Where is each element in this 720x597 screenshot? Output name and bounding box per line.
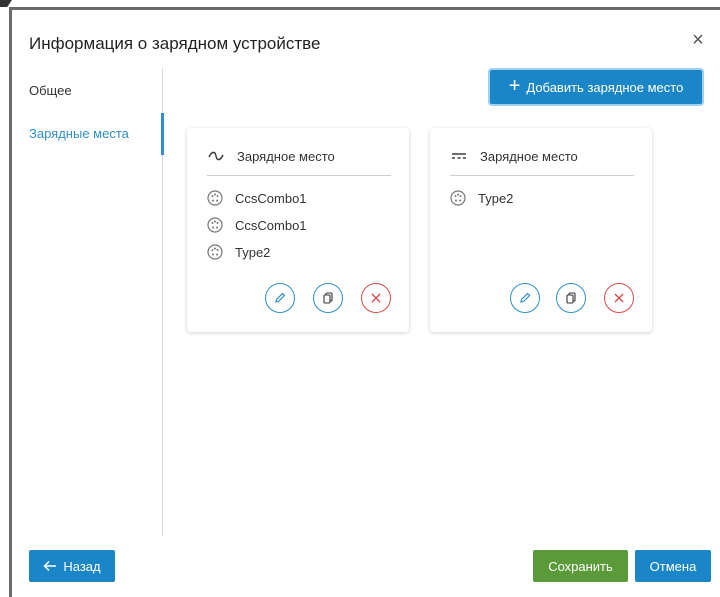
delete-button[interactable] xyxy=(604,283,634,313)
nav-item-general[interactable]: Общее xyxy=(29,83,72,98)
arrow-left-icon xyxy=(43,560,57,572)
back-button[interactable]: Назад xyxy=(29,550,115,582)
cancel-button[interactable]: Отмена xyxy=(635,550,711,582)
charging-point-card: Зарядное место Type2 xyxy=(430,128,652,332)
edit-button[interactable] xyxy=(265,283,295,313)
copy-icon xyxy=(323,292,333,304)
close-icon xyxy=(614,293,624,303)
edit-button[interactable] xyxy=(510,283,540,313)
charging-point-card: Зарядное место CcsCombo1 CcsCombo1 Type2 xyxy=(187,128,409,332)
connector-item: Type2 xyxy=(207,244,270,260)
connector-plug-icon xyxy=(207,217,223,233)
copy-button[interactable] xyxy=(313,283,343,313)
pencil-icon xyxy=(520,292,531,303)
connector-item: Type2 xyxy=(450,190,513,206)
close-icon xyxy=(371,293,381,303)
close-icon[interactable]: × xyxy=(688,30,708,50)
nav-item-charging-points[interactable]: Зарядные места xyxy=(29,126,129,141)
save-button[interactable]: Сохранить xyxy=(533,550,628,582)
connector-item: CcsCombo1 xyxy=(207,190,307,206)
connector-plug-icon xyxy=(450,190,466,206)
connector-item: CcsCombo1 xyxy=(207,217,307,233)
connector-label: CcsCombo1 xyxy=(235,217,307,233)
delete-button[interactable] xyxy=(361,283,391,313)
add-charging-point-label: Добавить зарядное место xyxy=(526,79,684,95)
connector-label: Type2 xyxy=(235,244,271,260)
dialog-title: Информация о зарядном устройстве xyxy=(29,34,321,53)
plus-icon: + xyxy=(508,75,521,97)
pencil-icon xyxy=(275,292,286,303)
connector-plug-icon xyxy=(207,190,223,206)
add-charging-point-button[interactable]: + Добавить зарядное место xyxy=(490,70,702,104)
connector-label: CcsCombo1 xyxy=(235,190,307,206)
card-title: Зарядное место xyxy=(237,149,335,164)
card-header: Зарядное место xyxy=(207,149,391,176)
connector-plug-icon xyxy=(207,244,223,260)
card-header: Зарядное место xyxy=(450,149,634,176)
copy-icon xyxy=(566,292,576,304)
copy-button[interactable] xyxy=(556,283,586,313)
ac-current-icon xyxy=(207,149,225,163)
back-button-label: Назад xyxy=(63,558,101,574)
connector-label: Type2 xyxy=(478,190,514,206)
charger-info-dialog: Информация о зарядном устройстве × Общее… xyxy=(12,10,720,597)
dc-current-icon xyxy=(450,149,468,163)
card-title: Зарядное место xyxy=(480,149,578,164)
nav-active-indicator xyxy=(161,113,164,155)
